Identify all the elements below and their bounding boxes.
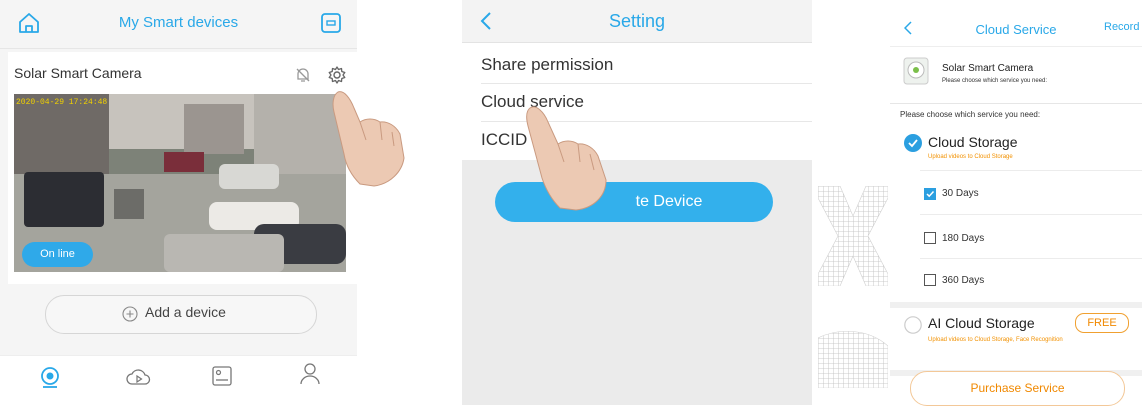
menu-item-share-permission[interactable]: Share permission — [481, 55, 613, 75]
plus-circle-icon — [122, 306, 138, 327]
cloud-storage-subtitle: Upload videos to Cloud Storage — [928, 154, 1013, 160]
option-30-days-label[interactable]: 30 Days — [942, 188, 979, 199]
option-360-days-checkbox[interactable] — [924, 274, 936, 286]
page-title: My Smart devices — [118, 14, 239, 31]
cross-decoration-icon — [817, 185, 889, 291]
camera-subtitle: Please choose which service you need: — [942, 78, 1048, 84]
ai-cloud-storage-subtitle: Upload videos to Cloud Storage, Face Rec… — [928, 337, 1063, 343]
video-timestamp: 2020-04-29 17:24:48 — [16, 98, 108, 107]
half-circle-decoration-icon — [817, 328, 889, 393]
free-badge: FREE — [1075, 313, 1129, 333]
album-tab-icon[interactable] — [210, 364, 234, 393]
divider — [920, 214, 1142, 215]
pointing-hand-overlay — [526, 104, 616, 219]
option-30-days-checkbox[interactable] — [924, 188, 936, 200]
option-180-days-label[interactable]: 180 Days — [942, 233, 984, 244]
setting-screen: Setting Share permission Cloud service I… — [462, 0, 812, 405]
ai-cloud-storage-radio[interactable] — [904, 316, 922, 339]
divider — [920, 170, 1142, 171]
gear-icon[interactable] — [327, 65, 347, 90]
pointing-hand-overlay — [330, 88, 410, 193]
online-status-badge: On line — [22, 242, 93, 267]
my-devices-screen: My Smart devices Solar Smart Camera 2020… — [0, 0, 405, 406]
divider — [920, 258, 1142, 259]
divider — [481, 83, 812, 84]
camera-thumbnail-icon — [902, 56, 930, 91]
page-title: Setting — [608, 11, 666, 31]
scan-icon[interactable] — [320, 12, 342, 39]
cloud-play-tab-icon[interactable] — [126, 366, 152, 393]
cloud-service-screen: Cloud Service Record Solar Smart Camera … — [890, 0, 1142, 406]
record-link[interactable]: Record — [1104, 21, 1139, 33]
menu-item-iccid[interactable]: ICCID — [481, 130, 527, 150]
ai-cloud-storage-title: AI Cloud Storage — [928, 315, 1035, 331]
camera-tab-icon[interactable] — [38, 365, 62, 394]
choose-service-label: Please choose which service you need: — [900, 110, 1041, 119]
cloud-storage-radio[interactable] — [904, 134, 922, 157]
add-device-label: Add a device — [145, 304, 226, 320]
option-180-days-checkbox[interactable] — [924, 232, 936, 244]
profile-tab-icon[interactable] — [299, 362, 321, 391]
purchase-service-button[interactable]: Purchase Service — [910, 371, 1125, 406]
device-name: Solar Smart Camera — [14, 65, 142, 81]
bell-muted-icon[interactable] — [294, 66, 312, 89]
camera-name: Solar Smart Camera — [942, 63, 1034, 74]
cloud-storage-title: Cloud Storage — [928, 134, 1018, 150]
option-360-days-label[interactable]: 360 Days — [942, 275, 984, 286]
